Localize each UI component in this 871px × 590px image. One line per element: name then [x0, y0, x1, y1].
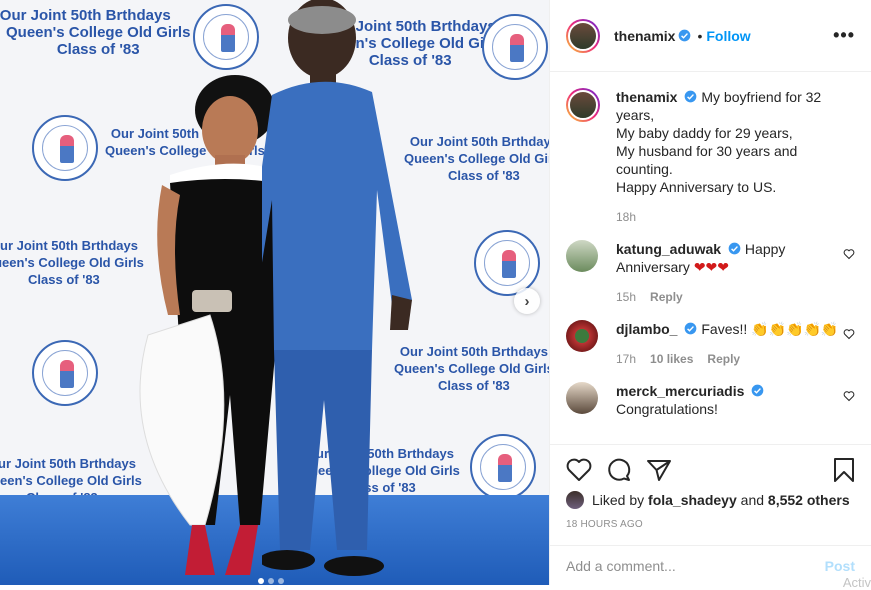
commenter-avatar[interactable]	[566, 382, 598, 414]
man-figure	[262, 0, 412, 576]
carousel-dot	[278, 578, 284, 584]
caption-text-line: My husband for 30 years and counting.	[616, 143, 798, 177]
queens-college-seal-icon	[474, 230, 540, 296]
like-comment-heart-icon[interactable]	[843, 248, 855, 260]
comment-bubble-icon[interactable]	[606, 457, 632, 483]
likes-conjunction: and	[740, 492, 765, 508]
comment-time: 17h	[616, 352, 637, 366]
likes-count[interactable]: 8,552 others	[768, 492, 850, 508]
commenter-avatar[interactable]	[566, 240, 598, 272]
share-paper-plane-icon[interactable]	[646, 458, 672, 482]
clap-emoji: 👏👏👏👏👏	[751, 321, 839, 337]
post-header: thenamix • Follow •••	[550, 0, 871, 72]
like-comment-heart-icon[interactable]	[843, 390, 855, 402]
liked-by-label: Liked by	[592, 492, 645, 508]
save-bookmark-icon[interactable]	[833, 457, 855, 483]
carousel-dot	[268, 578, 274, 584]
reply-button[interactable]: Reply	[707, 350, 740, 368]
verified-badge-icon	[728, 242, 741, 255]
carousel-dot	[258, 578, 264, 584]
comment-time: 15h	[616, 290, 637, 304]
like-comment-heart-icon[interactable]	[843, 328, 855, 340]
commenter-avatar[interactable]	[566, 320, 598, 352]
heart-emoji: ❤❤❤	[693, 259, 730, 275]
liker-username[interactable]: fola_shadeyy	[648, 492, 737, 508]
banner-text: Our Joint 50th Brthdays Queen's College …	[0, 238, 144, 287]
like-heart-icon[interactable]	[566, 458, 592, 482]
likes-summary: Liked by fola_shadeyy and 8,552 others	[566, 491, 855, 509]
comment-item: djlambo_ Faves!! 👏👏👏👏👏 17h 10 likes Reply	[566, 320, 855, 368]
queens-college-seal-icon	[482, 14, 548, 80]
caption-time: 18h	[616, 210, 637, 224]
post-comment-button[interactable]: Post	[825, 558, 855, 574]
caption-text-line: My baby daddy for 29 years,	[616, 125, 793, 141]
commenter-username[interactable]: djlambo_	[616, 321, 677, 337]
verified-badge-icon	[752, 384, 764, 397]
caption: thenamix My boyfriend for 32 years, My b…	[566, 88, 855, 226]
caption-username[interactable]: thenamix	[616, 89, 677, 105]
commenter-username[interactable]: katung_aduwak	[616, 241, 721, 257]
author-avatar[interactable]	[566, 88, 600, 122]
reply-button[interactable]: Reply	[650, 288, 683, 306]
caption-text-line: Happy Anniversary to US.	[616, 179, 777, 195]
comment-likes[interactable]: 10 likes	[650, 350, 693, 368]
post-timestamp: 18 HOURS AGO	[566, 519, 643, 530]
queens-college-seal-icon	[32, 340, 98, 406]
more-options-icon[interactable]: •••	[833, 25, 855, 46]
post-photo: Our Joint 50th Brthdays Queen's College …	[0, 0, 549, 585]
comment-input[interactable]	[566, 557, 825, 574]
comment-item: katung_aduwak Happy Anniversary ❤❤❤ 15h R…	[566, 240, 855, 306]
follow-button[interactable]: Follow	[706, 28, 750, 44]
carousel-dots	[258, 578, 284, 584]
comments-list[interactable]: thenamix My boyfriend for 32 years, My b…	[550, 72, 871, 444]
header-separator: •	[697, 27, 703, 44]
next-slide-button[interactable]: ›	[514, 288, 540, 314]
banner-text: Our Joint 50th Brthdays Queen's College …	[0, 7, 191, 58]
banner-text: Our Joint 50th Brthdays Queen's College …	[404, 134, 549, 183]
watermark-text: Activ	[842, 575, 871, 590]
queens-college-seal-icon	[32, 115, 98, 181]
comment-text: Congratulations!	[616, 401, 718, 417]
verified-badge-icon	[679, 29, 691, 42]
comment-item: merck_mercuriadis Congratulations!	[566, 382, 855, 418]
verified-badge-icon	[685, 90, 697, 103]
author-avatar[interactable]	[566, 18, 600, 53]
commenter-username[interactable]: merck_mercuriadis	[616, 383, 744, 399]
post-sidebar: thenamix • Follow ••• thenamix My boyfri…	[549, 0, 871, 590]
liker-avatar[interactable]	[566, 491, 584, 509]
comment-text: Faves!!	[701, 321, 748, 337]
verified-badge-icon	[685, 322, 697, 335]
add-comment-bar: Post Activ	[550, 545, 871, 590]
instagram-post-modal: Our Joint 50th Brthdays Queen's College …	[0, 0, 871, 590]
post-actions: Liked by fola_shadeyy and 8,552 others 1…	[550, 444, 871, 558]
author-username[interactable]: thenamix	[614, 28, 675, 44]
queens-college-seal-icon	[470, 434, 536, 500]
